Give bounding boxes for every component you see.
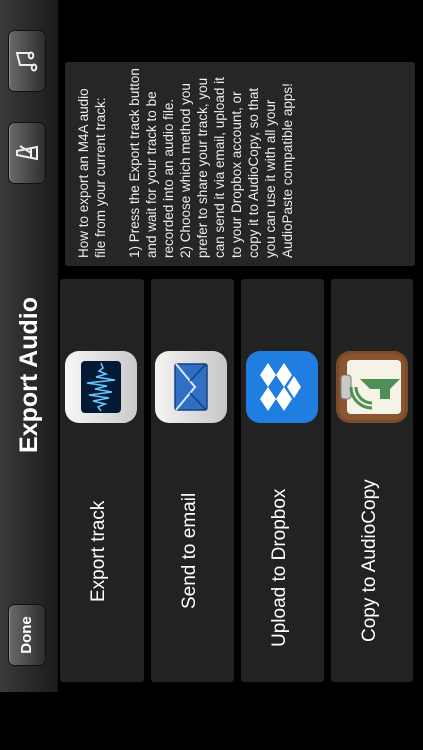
rotated-canvas: Export Audio Done Export track Send to e… [0, 0, 423, 750]
screen: Export Audio Done Export track Send to e… [0, 0, 423, 750]
navigation-bar: Export Audio Done [0, 0, 58, 750]
envelope-icon [155, 351, 227, 423]
instructions-panel: How to export an M4A audio file from you… [65, 62, 415, 266]
audiocopy-icon [336, 351, 408, 423]
waveform-icon [65, 351, 137, 423]
dropbox-icon [246, 351, 318, 423]
copy-audiocopy-row[interactable]: Copy to AudioCopy [331, 279, 413, 682]
done-button[interactable]: Done [8, 604, 46, 666]
copy-audiocopy-label: Copy to AudioCopy [359, 479, 380, 642]
export-track-row[interactable]: Export track [60, 279, 144, 682]
metronome-icon [16, 145, 38, 161]
upload-dropbox-row[interactable]: Upload to Dropbox [241, 279, 324, 682]
upload-dropbox-label: Upload to Dropbox [269, 488, 290, 647]
export-track-label: Export track [88, 500, 109, 602]
music-note-button[interactable] [8, 30, 46, 92]
metronome-button[interactable] [8, 122, 46, 184]
content-area: Export track Send to email Upload to Dro… [58, 0, 423, 692]
instructions-text: How to export an M4A audio file from you… [76, 68, 295, 258]
send-email-label: Send to email [179, 492, 200, 609]
music-note-icon [15, 51, 38, 72]
send-email-row[interactable]: Send to email [151, 279, 234, 682]
